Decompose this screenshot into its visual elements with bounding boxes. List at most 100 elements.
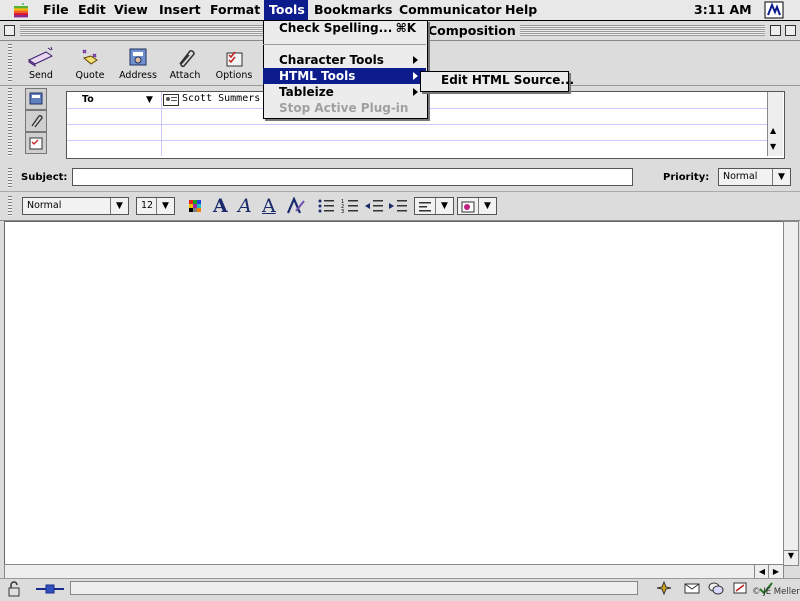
attach-label: Attach: [169, 70, 201, 81]
menu-format[interactable]: Format: [205, 0, 265, 20]
address-row-divider: [67, 124, 767, 125]
menu-item-check-spelling[interactable]: Check Spelling... ⌘K: [263, 20, 426, 36]
subject-grip-handle[interactable]: [8, 168, 12, 188]
menu-tools[interactable]: Tools: [264, 0, 308, 20]
zoom-box-icon[interactable]: [770, 25, 781, 36]
menu-help[interactable]: Help: [500, 0, 542, 20]
composer-component-icon[interactable]: [732, 581, 748, 595]
priority-label: Priority:: [663, 172, 710, 183]
mailbox-component-icon[interactable]: [684, 581, 700, 595]
address-grip-handle[interactable]: [8, 88, 12, 156]
message-body-editor[interactable]: [4, 221, 784, 566]
scroll-down-arrow-icon[interactable]: ▼: [770, 142, 776, 151]
priority-select[interactable]: Normal ▼: [718, 168, 791, 186]
insert-object-select[interactable]: ▼: [457, 197, 497, 215]
paragraph-style-value: Normal: [27, 200, 62, 211]
chevron-down-icon: ▼: [478, 198, 496, 214]
paperclip-icon: [179, 50, 195, 68]
check-spelling-label: Check Spelling...: [279, 21, 393, 35]
chevron-down-icon: ▼: [772, 169, 790, 185]
chevron-down-icon: ▼: [146, 95, 153, 105]
text-color-icon[interactable]: [186, 197, 206, 215]
decrease-indent-icon[interactable]: [364, 197, 384, 215]
discussions-component-icon[interactable]: [708, 581, 724, 595]
address-tab[interactable]: [25, 88, 47, 110]
priority-value: Normal: [723, 171, 758, 182]
format-grip-handle[interactable]: [8, 196, 12, 216]
apple-menu-icon[interactable]: [12, 2, 30, 18]
clear-styles-icon[interactable]: [286, 197, 306, 215]
toolbar-grip-handle[interactable]: [8, 44, 12, 82]
alignment-select[interactable]: ▼: [414, 197, 454, 215]
attachments-tab[interactable]: [25, 110, 47, 132]
send-button[interactable]: Send: [19, 46, 63, 84]
window-title: Composition: [424, 21, 520, 40]
menu-bookmarks[interactable]: Bookmarks: [309, 0, 397, 20]
italic-icon[interactable]: A: [238, 197, 258, 216]
scroll-left-arrow-icon[interactable]: ◀: [754, 565, 769, 579]
font-size-value: 12: [141, 200, 154, 211]
options-icon: [29, 137, 43, 150]
address-row-divider: [67, 140, 767, 141]
address-type-label: To: [82, 94, 94, 105]
paragraph-style-select[interactable]: Normal ▼: [22, 197, 129, 215]
paperclip-icon: [31, 115, 43, 128]
menu-communicator[interactable]: Communicator: [394, 0, 506, 20]
close-box-icon[interactable]: [4, 25, 15, 36]
connection-status-icon: [36, 584, 64, 594]
copyright-credit: © JE Meller: [752, 587, 800, 597]
underline-icon[interactable]: A: [262, 197, 282, 216]
attach-button[interactable]: Attach: [163, 46, 207, 84]
options-icon: [226, 51, 243, 67]
menu-edit[interactable]: Edit: [73, 0, 111, 20]
menu-view[interactable]: View: [109, 0, 153, 20]
menu-item-edit-html-source[interactable]: Edit HTML Source...: [441, 71, 574, 90]
options-button[interactable]: Options: [212, 46, 256, 84]
address-type-popup[interactable]: To ▼: [70, 92, 158, 108]
address-card-icon: [29, 92, 43, 105]
subject-input[interactable]: [72, 168, 633, 186]
navigator-component-icon[interactable]: [656, 581, 672, 595]
menu-item-character-tools[interactable]: Character Tools: [263, 52, 426, 68]
chevron-down-icon: ▼: [156, 198, 174, 214]
scroll-down-arrow-icon[interactable]: ▼: [784, 550, 798, 565]
address-label: Address: [119, 70, 157, 81]
menu-insert[interactable]: Insert: [154, 0, 206, 20]
submenu-arrow-icon: [413, 56, 418, 64]
application-menu-icon[interactable]: [764, 1, 784, 19]
menu-item-html-tools[interactable]: HTML Tools: [263, 68, 426, 84]
recipient-entry[interactable]: Scott Summers: [182, 93, 260, 104]
scroll-up-arrow-icon[interactable]: ▲: [770, 126, 776, 135]
check-spelling-shortcut: ⌘K: [395, 21, 416, 35]
bullet-list-icon[interactable]: [316, 197, 336, 215]
svg-text:3: 3: [341, 209, 344, 215]
bold-icon[interactable]: A: [213, 197, 233, 216]
insert-object-icon: [461, 201, 475, 213]
quote-icon: [82, 49, 98, 65]
numbered-list-icon[interactable]: 123: [340, 197, 360, 215]
message-options-tab[interactable]: [25, 132, 47, 154]
increase-indent-icon[interactable]: [388, 197, 408, 215]
security-lock-icon[interactable]: [6, 581, 22, 597]
quote-button[interactable]: Quote: [68, 46, 112, 84]
address-book-icon: [129, 48, 147, 66]
menu-item-tableize[interactable]: Tableize: [263, 84, 426, 100]
title-bar-stripes: [20, 25, 264, 36]
menu-separator: [263, 44, 426, 45]
tableize-label: Tableize: [279, 85, 334, 99]
body-vertical-scrollbar[interactable]: ▼: [783, 221, 799, 566]
html-tools-label: HTML Tools: [279, 69, 356, 83]
menu-file[interactable]: File: [38, 0, 74, 20]
address-button[interactable]: Address: [116, 46, 160, 84]
character-tools-label: Character Tools: [279, 53, 384, 67]
font-size-select[interactable]: 12 ▼: [136, 197, 175, 215]
collapse-box-icon[interactable]: [785, 25, 796, 36]
scroll-right-arrow-icon[interactable]: ▶: [768, 565, 783, 579]
stop-active-plugin-label: Stop Active Plug-in: [279, 101, 409, 115]
send-icon: [27, 46, 54, 67]
submenu-arrow-icon: [413, 88, 418, 96]
address-scrollbar[interactable]: ▲ ▼: [767, 92, 783, 156]
menu-bar-clock[interactable]: 3:11 AM: [694, 0, 752, 20]
chevron-down-icon: ▼: [435, 198, 453, 214]
menu-item-stop-active-plugin: Stop Active Plug-in: [263, 100, 426, 116]
